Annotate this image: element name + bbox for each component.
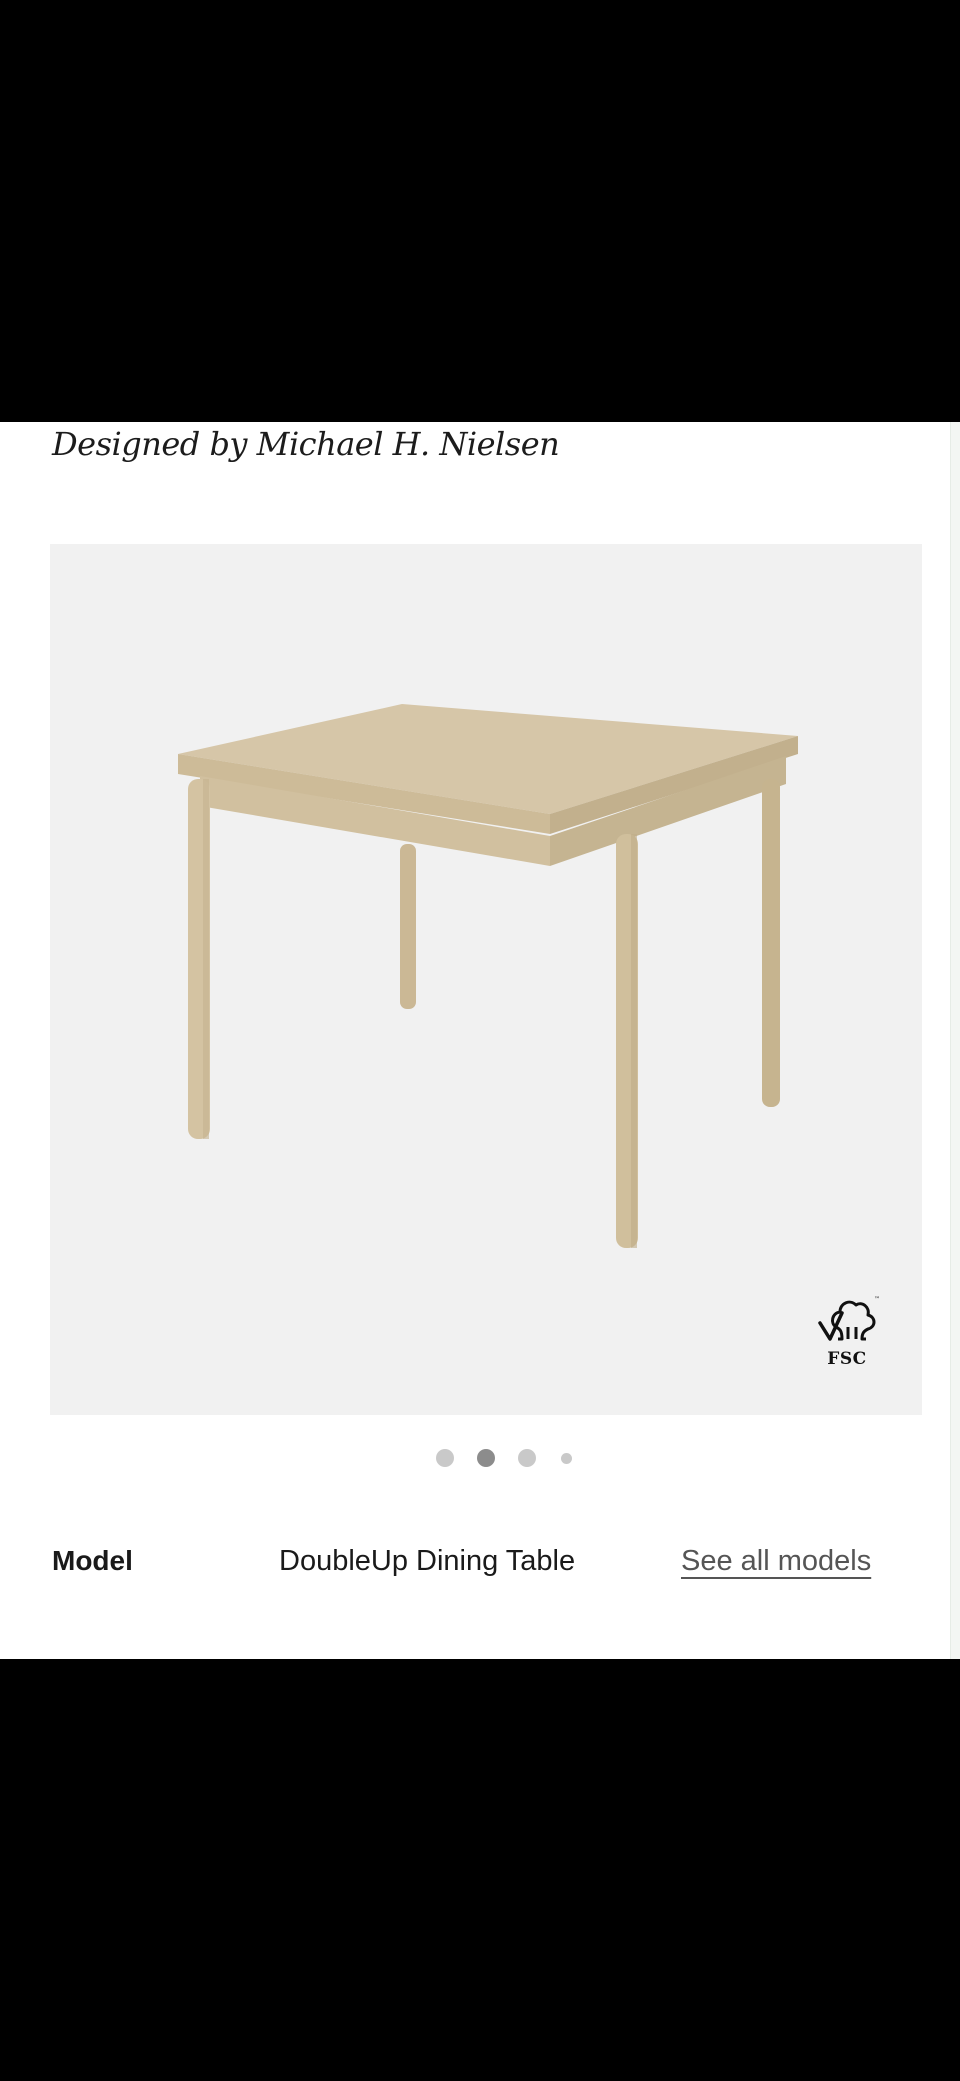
svg-text:™: ™ xyxy=(874,1296,880,1303)
gallery-pagination xyxy=(0,1442,960,1472)
fsc-tree-checkmark-icon: ™ xyxy=(818,1296,880,1341)
model-row: Model DoubleUp Dining Table See all mode… xyxy=(0,1537,960,1587)
pagination-dot-1[interactable] xyxy=(436,1449,454,1467)
see-all-models-link[interactable]: See all models xyxy=(681,1545,871,1578)
product-image-table xyxy=(178,704,798,1248)
model-label: Model xyxy=(52,1545,133,1576)
pagination-dot-3[interactable] xyxy=(518,1449,536,1467)
fsc-badge: ™ FSC xyxy=(812,1293,882,1375)
pagination-dot-4[interactable] xyxy=(561,1453,572,1464)
model-value: DoubleUp Dining Table xyxy=(279,1545,576,1577)
screen: Designed by Michael H. Nielsen ™ FSC Mod… xyxy=(0,0,960,2081)
designer-credit: Designed by Michael H. Nielsen xyxy=(52,425,560,463)
fsc-label: FSC xyxy=(827,1349,867,1369)
pagination-dot-2[interactable] xyxy=(477,1449,495,1467)
product-image-gallery[interactable]: ™ FSC xyxy=(50,544,922,1415)
product-panel: Designed by Michael H. Nielsen ™ FSC Mod… xyxy=(0,422,960,1659)
scroll-edge xyxy=(950,422,960,1659)
